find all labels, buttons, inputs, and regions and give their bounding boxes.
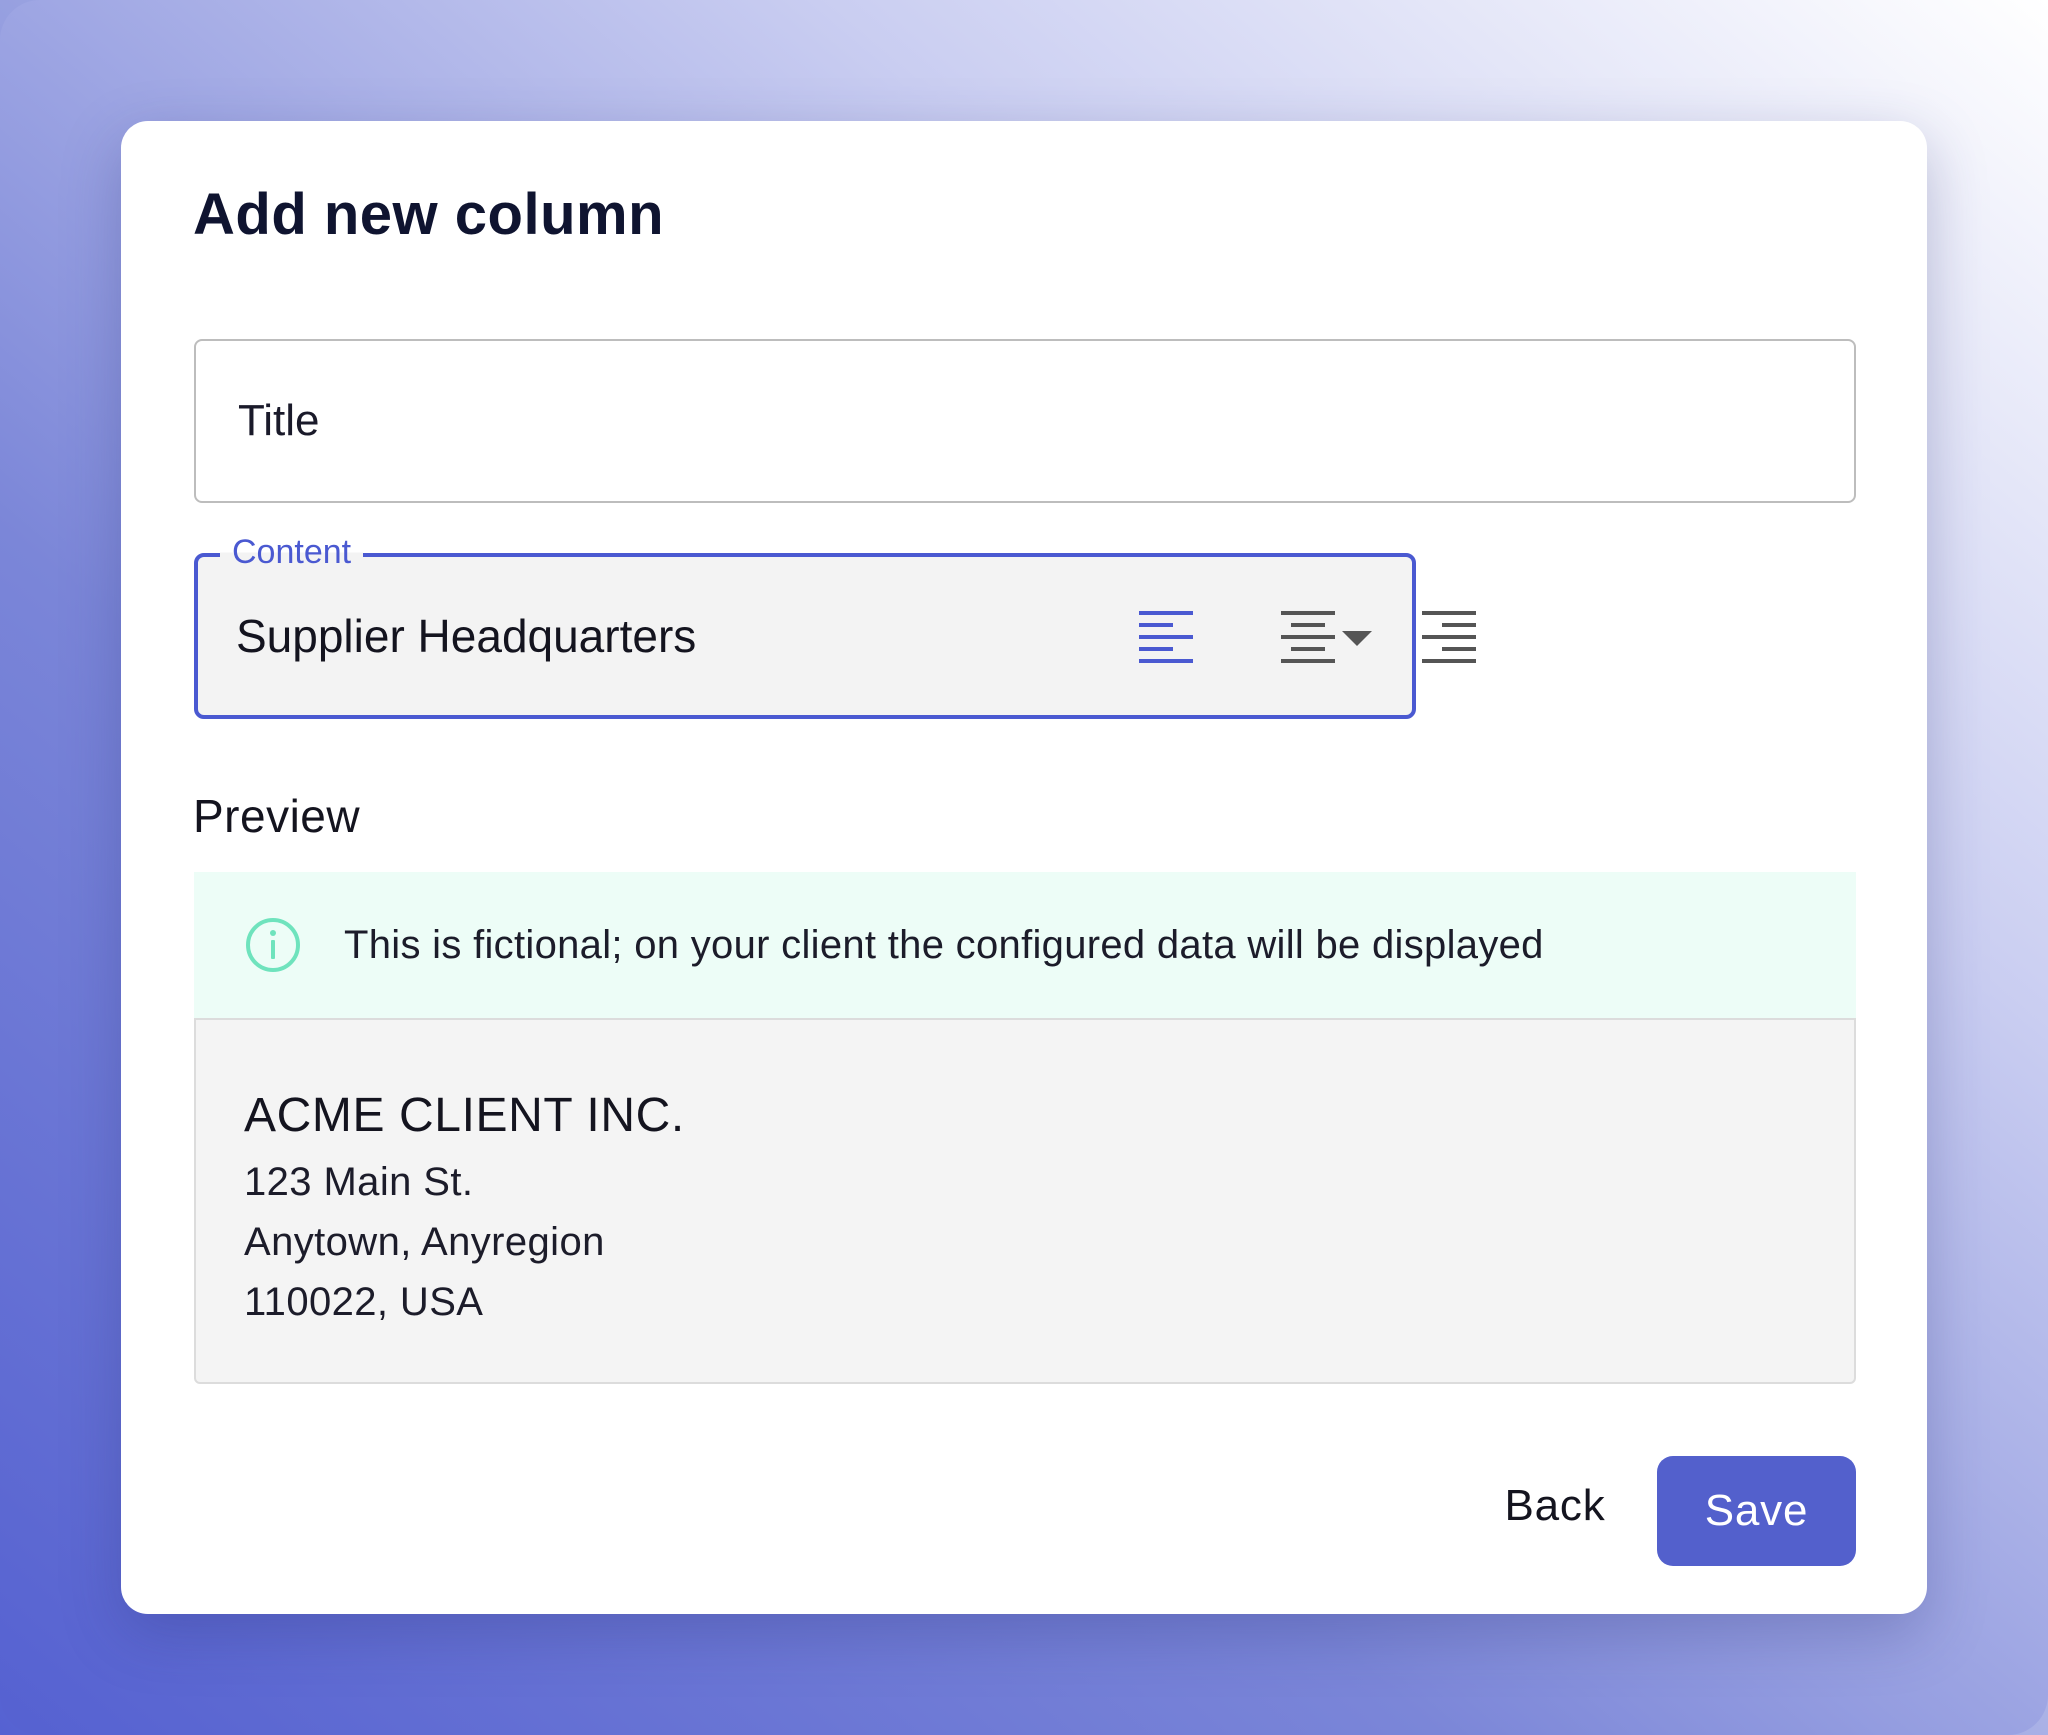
info-text: This is fictional; on your client the co…	[344, 922, 1544, 967]
background: Add new column Content Supplier Headquar…	[0, 0, 2048, 1735]
align-center-icon	[1281, 611, 1335, 663]
content-select[interactable]: Content Supplier Headquarters	[194, 533, 1416, 719]
address-line: 123 Main St.	[244, 1160, 474, 1204]
align-center-button[interactable]	[1268, 591, 1348, 681]
title-input[interactable]	[236, 395, 1854, 447]
preview-label: Preview	[193, 790, 361, 842]
align-right-button[interactable]	[1409, 591, 1489, 681]
content-select-label: Content	[220, 533, 364, 572]
align-left-button[interactable]	[1126, 591, 1206, 681]
title-field[interactable]	[194, 339, 1856, 503]
content-select-value: Supplier Headquarters	[236, 610, 697, 662]
info-circle-icon	[246, 918, 300, 972]
dialog-title: Add new column	[193, 182, 664, 247]
align-left-icon	[1139, 611, 1193, 663]
address-line: 110022, USA	[244, 1280, 484, 1324]
info-banner: This is fictional; on your client the co…	[194, 872, 1856, 1018]
preview-box: ACME CLIENT INC. 123 Main St. Anytown, A…	[194, 1018, 1856, 1384]
address-line: Anytown, Anyregion	[244, 1220, 605, 1264]
client-name: ACME CLIENT INC.	[244, 1089, 685, 1142]
add-column-dialog: Add new column Content Supplier Headquar…	[121, 121, 1927, 1614]
align-right-icon	[1422, 611, 1476, 663]
save-button[interactable]: Save	[1657, 1456, 1856, 1566]
back-button[interactable]: Back	[1469, 1456, 1641, 1556]
